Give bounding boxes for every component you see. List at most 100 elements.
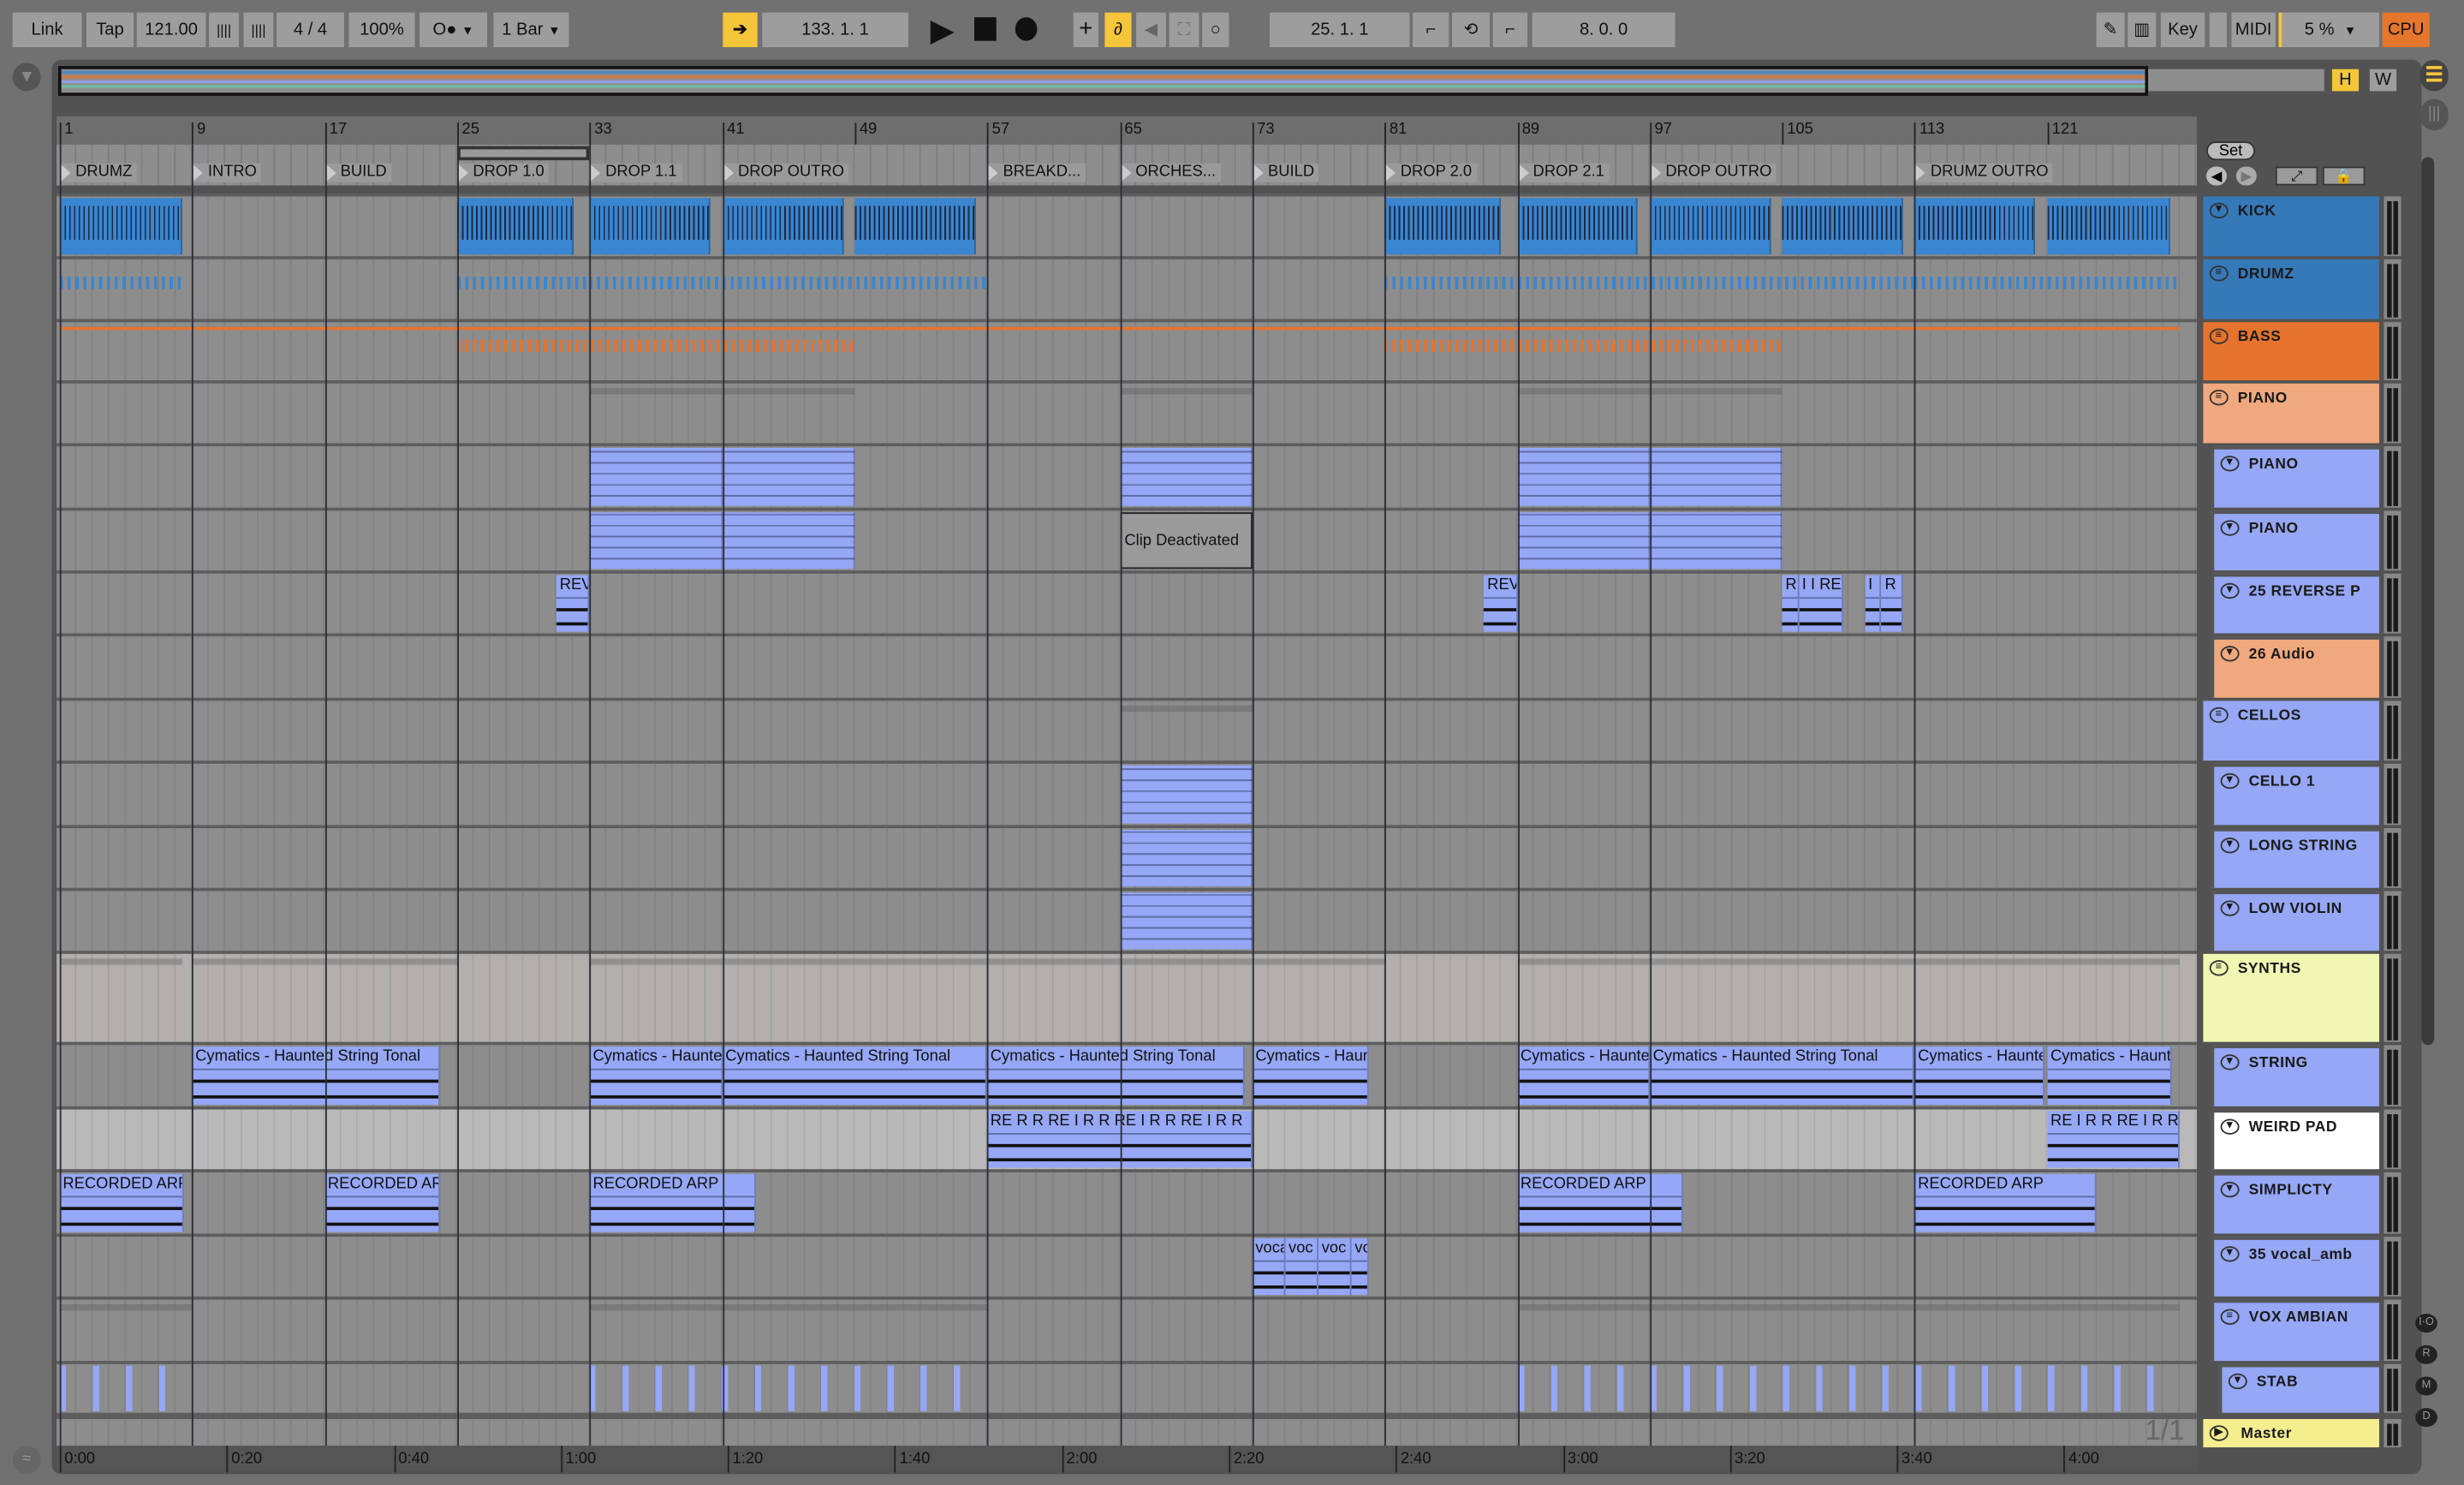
midi-clip[interactable]: [1517, 447, 1650, 506]
groove-amount-field[interactable]: 100%: [348, 12, 415, 48]
audio-clip[interactable]: voca: [1252, 1238, 1286, 1296]
audio-clip[interactable]: RECORDED ARP: [59, 1173, 184, 1232]
group-fold-icon[interactable]: ≡: [2209, 328, 2229, 344]
track-lane-synths[interactable]: [57, 953, 2198, 1042]
track-lane-simplicty[interactable]: RECORDED ARP RECORDED ARP RECORDED ARP RECO…: [57, 1172, 2198, 1234]
midi-clip[interactable]: [722, 512, 855, 570]
audio-clip[interactable]: Cymatics - Haunted String Tonal: [192, 1047, 441, 1106]
group-fold-icon[interactable]: ≡: [2209, 265, 2229, 282]
audio-clip[interactable]: I I RE R: [1799, 575, 1844, 632]
overview-toggle-button[interactable]: ≈: [12, 1446, 41, 1475]
group-clip-summary[interactable]: [59, 958, 182, 965]
track-lane-vox-ambian[interactable]: [57, 1299, 2198, 1362]
locator-drop-1-1[interactable]: DROP 1.1: [589, 163, 681, 182]
group-clip-summary[interactable]: [1384, 339, 1783, 353]
play-button[interactable]: ▶: [931, 11, 955, 51]
audio-clip[interactable]: RE I R R RE I R R: [2047, 1111, 2181, 1168]
punch-in-button[interactable]: ⌐: [1413, 12, 1449, 48]
midi-clip[interactable]: [589, 447, 723, 506]
quantize-dropdown[interactable]: 1 Bar ▼: [493, 12, 569, 48]
audio-clip[interactable]: REV: [556, 575, 590, 632]
midi-clip[interactable]: [1782, 198, 1903, 255]
audio-clip[interactable]: Cymatics - Haunted: [1914, 1047, 2044, 1106]
vertical-scrollbar[interactable]: [2421, 157, 2435, 1046]
midi-clip[interactable]: [722, 198, 843, 255]
audio-clip[interactable]: voc: [1318, 1238, 1352, 1296]
side-button-d[interactable]: D: [2415, 1408, 2437, 1428]
set-locator-button[interactable]: Set: [2206, 141, 2255, 161]
fold-triangle-icon[interactable]: ▼: [2220, 1246, 2240, 1262]
midi-clip[interactable]: [1517, 198, 1639, 255]
audio-clip[interactable]: RECORDED ARP: [589, 1173, 756, 1232]
audio-clip[interactable]: R: [1782, 575, 1800, 632]
re-enable-automation-button[interactable]: ◀: [1136, 12, 1166, 48]
side-button-io[interactable]: I·O: [2415, 1314, 2437, 1333]
track-header-long-string[interactable]: ▼ LONG STRING: [2211, 828, 2379, 888]
loop-length-field[interactable]: 8. 0. 0: [1532, 12, 1675, 48]
track-lane-cellos[interactable]: [57, 701, 2198, 761]
tempo-field[interactable]: 121.00: [136, 12, 206, 48]
track-lane-kick[interactable]: [57, 196, 2198, 257]
audio-clip[interactable]: Cymatics - Haunted String Tonal: [1649, 1047, 1915, 1106]
fold-triangle-icon[interactable]: ▼: [2220, 520, 2240, 536]
midi-clip[interactable]: [1119, 447, 1253, 506]
track-header-piano[interactable]: ▼ PIANO: [2211, 510, 2379, 571]
midi-clip[interactable]: [2047, 198, 2170, 255]
time-signature-field[interactable]: 4 / 4: [277, 12, 344, 48]
follow-button[interactable]: ➔: [723, 12, 758, 48]
mixer-toggle-button[interactable]: |||: [2419, 98, 2449, 131]
midi-clip[interactable]: [589, 512, 723, 570]
locator-breakd-[interactable]: BREAKD...: [987, 163, 1086, 182]
audio-clip[interactable]: RECORDED ARP: [1517, 1173, 1683, 1232]
group-clip-summary[interactable]: [457, 339, 855, 353]
beat-time-ruler[interactable]: 1 9 17 25 33 41 49 57 65 73 81 89 97 105 113 121: [57, 116, 2198, 145]
group-clip-summary[interactable]: [589, 277, 988, 290]
audio-clip[interactable]: REV: [1484, 575, 1518, 632]
track-header-vox-ambian[interactable]: ≡ VOX AMBIAN: [2211, 1299, 2379, 1362]
audio-clip[interactable]: Cymatics - Haunted: [2047, 1047, 2172, 1106]
group-clip-summary[interactable]: [59, 277, 182, 290]
fold-triangle-icon[interactable]: ▼: [2228, 1373, 2247, 1390]
stab-clips[interactable]: [589, 1365, 966, 1411]
group-clip-summary[interactable]: [1517, 958, 2181, 965]
key-map-button[interactable]: Key: [2160, 12, 2205, 48]
track-header-master[interactable]: ▶ Master: [2203, 1419, 2379, 1448]
view-menu-button[interactable]: [2419, 59, 2449, 92]
locator-orches-[interactable]: ORCHES...: [1119, 163, 1221, 182]
fold-triangle-icon[interactable]: ▼: [2220, 1118, 2240, 1135]
group-clip-summary[interactable]: [1119, 388, 1253, 395]
locator-lane[interactable]: DRUMZ INTRO BUILD DROP 1.0 DROP 1.1 DROP OUTR…: [57, 144, 2198, 186]
stop-button[interactable]: [974, 17, 997, 41]
midi-map-button[interactable]: MIDI: [2231, 12, 2276, 48]
track-header-weird-pad[interactable]: ▼ WEIRD PAD: [2211, 1109, 2379, 1170]
group-clip-summary[interactable]: [457, 277, 590, 290]
midi-clip[interactable]: [589, 198, 711, 255]
track-lane-25-reverse-p[interactable]: REVREVRI I RE RIR: [57, 573, 2198, 634]
computer-midi-keyboard-button[interactable]: ▥: [2128, 12, 2157, 48]
track-lane-low-violin[interactable]: [57, 891, 2198, 951]
track-lane-weird-pad[interactable]: RE R R RE I R R RE I R R RE I R R RE I R …: [57, 1109, 2198, 1170]
tap-tempo-button[interactable]: Tap: [86, 12, 134, 48]
session-record-button[interactable]: ○: [1202, 12, 1229, 48]
group-fold-icon[interactable]: ≡: [2209, 707, 2229, 724]
audio-clip[interactable]: RECORDED ARP: [1914, 1173, 2098, 1232]
audio-clip[interactable]: voc: [1285, 1238, 1319, 1296]
audio-clip[interactable]: R: [1881, 575, 1903, 632]
locator-drop-outro[interactable]: DROP OUTRO: [1649, 163, 1777, 182]
track-lane-26-audio[interactable]: [57, 636, 2198, 698]
group-fold-icon[interactable]: ≡: [2220, 1309, 2240, 1325]
locator-drop-1-0[interactable]: DROP 1.0: [457, 163, 550, 182]
locator-drumz-outro[interactable]: DRUMZ OUTRO: [1914, 163, 2054, 182]
next-locator-button[interactable]: ▶: [2235, 166, 2257, 186]
audio-clip[interactable]: Cymatics - Haunted String Tonal: [987, 1047, 1244, 1106]
punch-out-button[interactable]: ⌐: [1492, 12, 1528, 48]
track-header-25-reverse-p[interactable]: ▼ 25 REVERSE P: [2211, 573, 2379, 634]
link-button[interactable]: Link: [12, 12, 82, 48]
track-lane-string[interactable]: Cymatics - Haunted String Tonal Cymatics …: [57, 1045, 2198, 1106]
fold-triangle-icon[interactable]: ▼: [2220, 900, 2240, 916]
group-clip-summary[interactable]: [1517, 1304, 2181, 1311]
fit-width-button[interactable]: W: [2369, 69, 2397, 92]
side-button-m[interactable]: M: [2415, 1376, 2437, 1396]
track-header-cellos[interactable]: ≡ CELLOS: [2203, 701, 2379, 761]
track-lane-piano[interactable]: [57, 446, 2198, 508]
